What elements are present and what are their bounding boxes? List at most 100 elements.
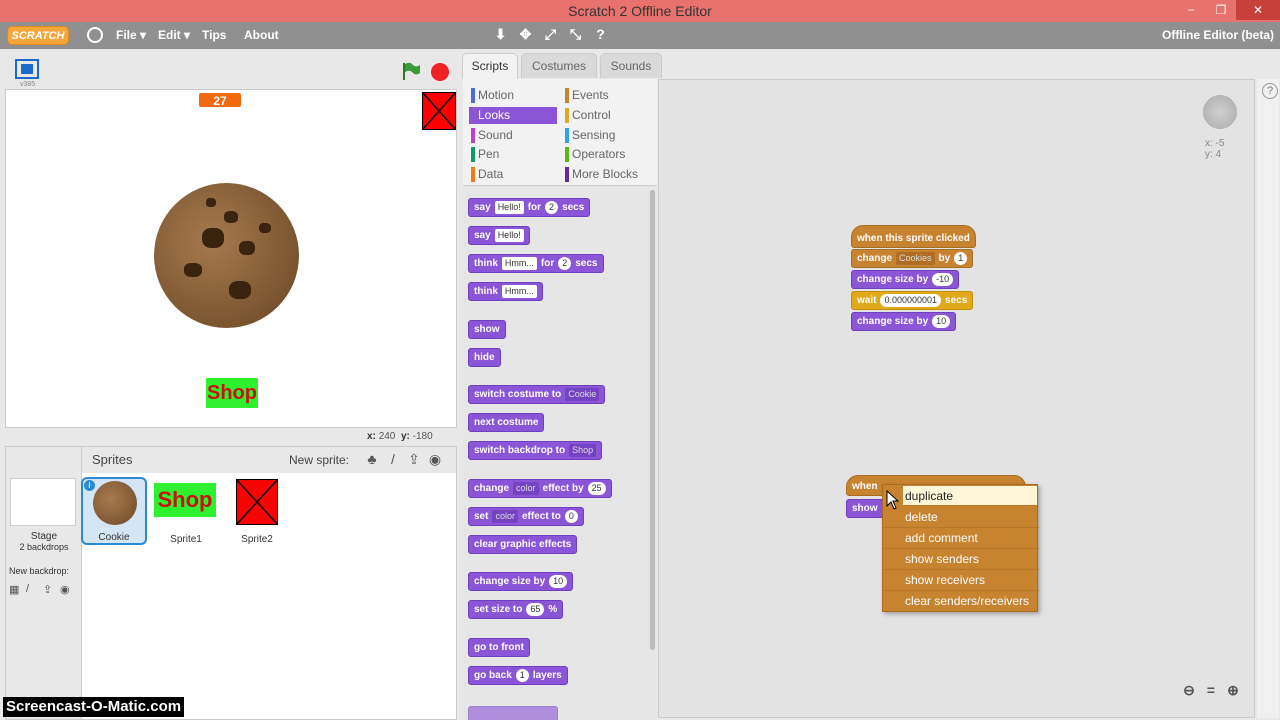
block-set-size[interactable]: set size to 65%	[468, 600, 564, 619]
shop-thumbnail: Shop	[154, 483, 216, 517]
stage-backdrops-count: 2 backdrops	[19, 542, 69, 552]
globe-icon[interactable]	[87, 27, 103, 43]
camera-backdrop-icon[interactable]: ◉	[60, 583, 74, 596]
menu-show-senders[interactable]: show senders	[883, 549, 1039, 570]
zoom-out-icon[interactable]: ⊖	[1181, 682, 1197, 698]
stop-icon[interactable]	[431, 63, 449, 81]
menu-edit[interactable]: Edit ▾	[158, 28, 190, 42]
maximize-button[interactable]: ❐	[1206, 0, 1236, 20]
paint-backdrop-icon[interactable]: /	[26, 583, 40, 595]
stage-thumbnail[interactable]	[10, 478, 76, 526]
shrink-icon[interactable]: ⤡	[567, 26, 584, 43]
block-change-size-pos[interactable]: change size by 10	[851, 312, 957, 331]
upload-sprite-icon[interactable]: ⇪	[406, 451, 422, 467]
category-operators[interactable]: Operators	[563, 146, 651, 163]
tab-scripts[interactable]: Scripts	[462, 53, 518, 79]
menu-tips[interactable]: Tips	[202, 28, 226, 42]
block-show-partial[interactable]: show	[846, 499, 886, 518]
backdrop-library-icon[interactable]: ▦	[9, 583, 23, 596]
paint-sprite-icon[interactable]: /	[385, 451, 401, 467]
category-more-blocks[interactable]: More Blocks	[563, 166, 651, 183]
sprite2-red-x[interactable]	[422, 92, 456, 130]
help-icon[interactable]: ?	[1262, 83, 1278, 99]
tab-costumes[interactable]: Costumes	[521, 53, 597, 78]
new-backdrop-icons: ▦ / ⇪ ◉	[9, 583, 74, 596]
sprites-title: Sprites	[92, 452, 133, 467]
block-hide[interactable]: hide	[468, 348, 501, 367]
menu-delete[interactable]: delete	[883, 507, 1039, 528]
block-help-icon[interactable]: ?	[592, 26, 609, 43]
grow-icon[interactable]: ⤢	[542, 26, 559, 43]
sprite-library-icon[interactable]: ♣	[364, 451, 380, 467]
stage-coordinates: x: 240 y: -180	[367, 431, 433, 442]
block-go-to-front[interactable]: go to front	[468, 638, 530, 657]
category-looks[interactable]: Looks	[469, 107, 557, 124]
palette-scrollbar[interactable]	[650, 190, 655, 650]
block-change-size[interactable]: change size by 10	[468, 572, 574, 591]
block-go-back-layers[interactable]: go back 1 layers	[468, 666, 568, 685]
category-data[interactable]: Data	[469, 166, 557, 183]
sprites-pane: Stage 2 backdrops New backdrop: ▦ / ⇪ ◉ …	[5, 446, 457, 720]
scratch-logo[interactable]: SCRATCH	[7, 26, 69, 45]
menu-duplicate[interactable]: duplicate	[903, 486, 1037, 506]
editor-mode-label: Offline Editor (beta)	[1162, 28, 1274, 42]
block-switch-costume[interactable]: switch costume to Cookie	[468, 385, 606, 404]
block-clear-graphic-effects[interactable]: clear graphic effects	[468, 535, 578, 554]
menu-file[interactable]: File ▾	[116, 28, 146, 42]
delete-scissors-icon[interactable]: ✥	[517, 26, 534, 43]
fullscreen-icon[interactable]	[15, 59, 39, 79]
category-sensing[interactable]: Sensing	[563, 127, 651, 144]
block-set-effect[interactable]: set color effect to 0	[468, 507, 584, 526]
duplicate-stamp-icon[interactable]: ⬇	[492, 26, 509, 43]
script-area[interactable]	[658, 79, 1255, 718]
title-bar: Scratch 2 Offline Editor − ❐ ✕	[0, 0, 1280, 22]
sprite-tile-sprite1[interactable]: Shop Sprite1	[153, 477, 219, 545]
sprite-tile-sprite2[interactable]: Sprite2	[224, 477, 290, 545]
minimize-button[interactable]: −	[1176, 0, 1206, 20]
block-think[interactable]: think Hmm...	[468, 282, 543, 301]
menu-about[interactable]: About	[244, 28, 279, 42]
block-switch-backdrop[interactable]: switch backdrop to Shop	[468, 441, 603, 460]
zoom-in-icon[interactable]: ⊕	[1225, 682, 1241, 698]
menu-add-comment[interactable]: add comment	[883, 528, 1039, 549]
camera-sprite-icon[interactable]: ◉	[427, 451, 443, 467]
info-icon[interactable]: i	[84, 480, 95, 491]
sprite-tile-cookie[interactable]: i Cookie	[81, 477, 147, 545]
x-label: x:	[367, 431, 376, 442]
category-pen[interactable]: Pen	[469, 146, 557, 163]
stage-header: v385	[5, 52, 457, 90]
category-sound[interactable]: Sound	[469, 127, 557, 144]
category-events[interactable]: Events	[563, 87, 651, 104]
menu-clear-senders-receivers[interactable]: clear senders/receivers	[883, 591, 1039, 612]
block-when-sprite-clicked[interactable]: when this sprite clicked	[851, 225, 976, 248]
category-motion[interactable]: Motion	[469, 87, 557, 104]
green-flag-icon[interactable]	[401, 62, 421, 80]
block-change-size-neg[interactable]: change size by -10	[851, 270, 960, 289]
shop-sprite[interactable]: Shop	[206, 378, 258, 408]
category-control[interactable]: Control	[563, 107, 651, 124]
close-button[interactable]: ✕	[1236, 0, 1280, 20]
stage-canvas[interactable]: 27 Shop	[5, 89, 457, 428]
menu-show-receivers[interactable]: show receivers	[883, 570, 1039, 591]
block-next-costume[interactable]: next costume	[468, 413, 545, 432]
script-area-scrollbar[interactable]	[1257, 79, 1279, 718]
block-wait[interactable]: wait 0.000000001 secs	[851, 291, 974, 310]
edit-tools: ⬇ ✥ ⤢ ⤡ ?	[492, 26, 609, 43]
stage-label: Stage	[30, 531, 58, 542]
new-backdrop-label: New backdrop:	[9, 566, 70, 576]
block-show[interactable]: show	[468, 320, 506, 339]
cookie-sprite[interactable]	[154, 183, 299, 328]
window-controls: − ❐ ✕	[1176, 0, 1280, 22]
tab-sounds[interactable]: Sounds	[600, 53, 662, 78]
block-partial[interactable]	[468, 706, 558, 720]
block-change-effect[interactable]: change color effect by 25	[468, 479, 612, 498]
new-sprite-icons: ♣ / ⇪ ◉	[364, 451, 443, 467]
block-change-cookies[interactable]: change Cookies by 1	[851, 249, 974, 268]
block-say[interactable]: say Hello!	[468, 226, 530, 245]
block-say-for-secs[interactable]: say Hello! for 2 secs	[468, 198, 591, 217]
upload-backdrop-icon[interactable]: ⇪	[43, 583, 57, 596]
cookie-thumbnail	[93, 481, 137, 525]
block-think-for-secs[interactable]: think Hmm... for 2 secs	[468, 254, 604, 273]
version-label: v385	[20, 81, 36, 88]
zoom-reset-icon[interactable]: =	[1203, 682, 1219, 698]
